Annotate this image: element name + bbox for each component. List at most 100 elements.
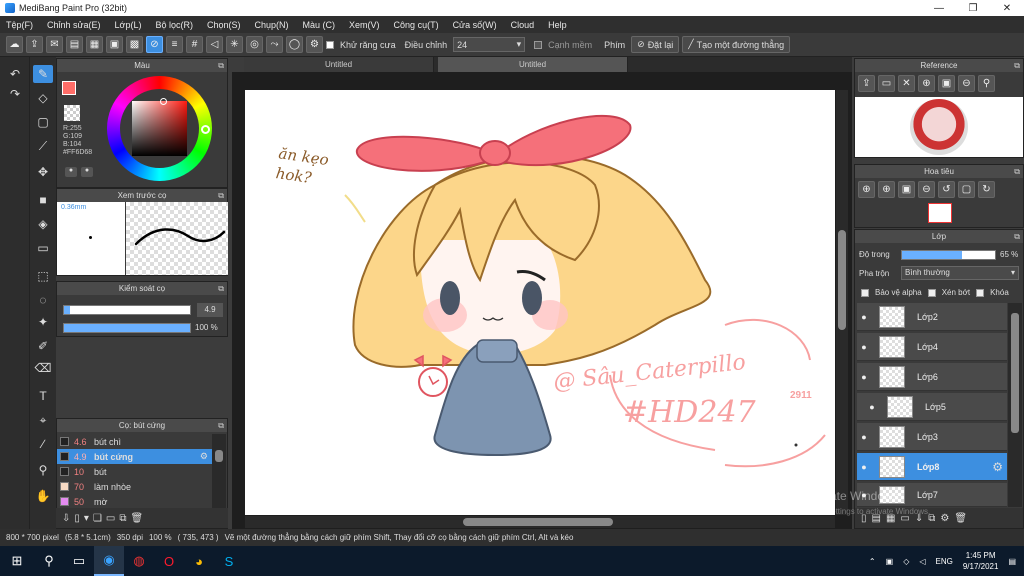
menu-window[interactable]: Cửa số(W) <box>453 20 497 30</box>
menu-help[interactable]: Help <box>548 20 567 30</box>
menu-color[interactable]: Màu (C) <box>303 20 336 30</box>
close-icon[interactable]: ✕ <box>898 75 915 92</box>
protect-alpha-checkbox[interactable] <box>861 288 869 297</box>
zoom-in-icon[interactable]: ⊕ <box>918 75 935 92</box>
select-eraser-icon[interactable]: ⌫ <box>33 359 53 377</box>
eyedropper-icon[interactable]: ⚲ <box>978 75 995 92</box>
messenger-taskbar-icon[interactable]: ◍ <box>124 546 154 576</box>
expand-icon[interactable]: ⧉ <box>218 419 224 432</box>
snap-off-icon[interactable]: ⊘ <box>146 36 163 53</box>
antialias-checkbox[interactable] <box>326 40 334 49</box>
grid-icon[interactable]: ▩ <box>126 36 143 53</box>
circle-snap-icon[interactable]: ◎ <box>246 36 263 53</box>
reset-button[interactable]: ⊘ Đặt lại <box>631 36 680 53</box>
close-icon[interactable]: ✕ <box>990 3 1024 14</box>
primary-color-swatch[interactable] <box>62 81 76 95</box>
magic-wand-icon[interactable]: ✦ <box>33 313 53 331</box>
bucket-tool-icon[interactable]: ◈ <box>33 215 53 233</box>
navigator-thumbnail[interactable] <box>928 203 952 223</box>
storyboard-icon[interactable]: ▤ <box>66 36 83 53</box>
duplicate-icon[interactable]: ⧉ <box>119 513 126 524</box>
expand-icon[interactable]: ⧉ <box>218 59 224 72</box>
chrome-taskbar-icon[interactable]: ◕ <box>184 546 214 576</box>
brush-menu-icon[interactable]: ▾ <box>84 513 89 524</box>
brush-size-slider[interactable] <box>63 305 191 315</box>
canvas-vertical-scrollbar[interactable] <box>836 90 848 515</box>
search-icon[interactable]: ⚲ <box>34 546 64 576</box>
zoom-in-icon[interactable]: ⊕ <box>878 181 895 198</box>
operation-tool-icon[interactable]: ⌖ <box>33 411 53 429</box>
skype-taskbar-icon[interactable]: S <box>214 546 244 576</box>
trash-icon[interactable]: 🗑 <box>954 513 967 524</box>
layer-opacity-slider[interactable] <box>901 250 996 260</box>
tray-app-icon[interactable]: ▣ <box>886 557 894 566</box>
medibang-taskbar-icon[interactable]: ◉ <box>94 546 124 576</box>
cloud-icon[interactable]: ☁ <box>6 36 23 53</box>
gradient-tool-icon[interactable]: ▭ <box>33 239 53 257</box>
zoom-in-icon[interactable]: ⊕ <box>858 181 875 198</box>
panel-icon[interactable]: ▣ <box>106 36 123 53</box>
lock-checkbox[interactable] <box>976 288 985 297</box>
import-icon[interactable]: ⇪ <box>858 75 875 92</box>
brush-item[interactable]: 50 mờ <box>57 494 212 509</box>
menu-snap[interactable]: Chụp(N) <box>255 20 289 30</box>
gear-icon[interactable]: ⚙ <box>992 460 1003 474</box>
rotate-left-icon[interactable]: ↺ <box>938 181 955 198</box>
expand-icon[interactable]: ⧉ <box>1014 165 1020 178</box>
layer-settings-icon[interactable]: ⚙ <box>940 513 949 524</box>
straight-line-button[interactable]: ╱ Tạo một đường thẳng <box>682 36 791 53</box>
text-tool-icon[interactable]: T <box>33 387 53 405</box>
move-tool-icon[interactable]: ✥ <box>33 163 53 181</box>
eyedrop-small-icon[interactable]: ● <box>81 167 93 177</box>
eye-icon[interactable]: ● <box>857 372 871 382</box>
eraser-tool-icon[interactable]: ◇ <box>33 89 53 107</box>
fit-icon[interactable]: ▣ <box>898 181 915 198</box>
hand-tool-icon[interactable]: ✋ <box>33 487 53 505</box>
brush-opacity-slider[interactable] <box>63 323 191 333</box>
eye-icon[interactable]: ● <box>857 462 871 472</box>
menu-tools[interactable]: Công cụ(T) <box>394 20 439 30</box>
page-icon[interactable]: ▦ <box>86 36 103 53</box>
settings-icon[interactable]: ⚙ <box>306 36 323 53</box>
clock[interactable]: 1:45 PM 9/17/2021 <box>963 550 999 572</box>
windows-start-icon[interactable]: ⊞ <box>0 546 34 576</box>
layer-list-scrollbar[interactable] <box>1008 303 1022 507</box>
eyedropper-icon[interactable]: ⚲ <box>33 461 53 479</box>
trash-icon[interactable]: 🗑 <box>131 513 144 524</box>
rotate-right-icon[interactable]: ↻ <box>978 181 995 198</box>
clipping-checkbox[interactable] <box>927 288 936 297</box>
palette-icon[interactable]: ● <box>65 167 77 177</box>
brush-item-selected[interactable]: 4.9 bút cứng ⚙ <box>57 449 212 464</box>
tab-untitled-1[interactable]: Untitled <box>244 57 434 72</box>
copy-icon[interactable]: ❏ <box>93 513 102 524</box>
transparent-swatch[interactable] <box>64 105 80 121</box>
curve-snap-icon[interactable]: ⤳ <box>266 36 283 53</box>
eye-icon[interactable]: ● <box>857 432 871 442</box>
brush-list-scrollbar[interactable] <box>212 434 226 508</box>
lasso-tool-icon[interactable]: ◌ <box>33 291 53 309</box>
folder-icon[interactable]: ▭ <box>878 75 895 92</box>
maximize-icon[interactable]: ❐ <box>956 3 990 14</box>
radial-snap-icon[interactable]: ✳ <box>226 36 243 53</box>
expand-icon[interactable]: ⧉ <box>218 189 224 202</box>
ellipse-snap-icon[interactable]: ◯ <box>286 36 303 53</box>
notification-icon[interactable]: ▤ <box>1008 557 1016 566</box>
select-tool-icon[interactable]: ⬚ <box>33 267 53 285</box>
menu-select[interactable]: Chọn(S) <box>207 20 241 30</box>
soft-edge-checkbox[interactable] <box>534 40 543 49</box>
brush-size-value[interactable]: 4.9 <box>197 303 223 317</box>
chevron-up-icon[interactable]: ⌃ <box>869 557 876 566</box>
eye-icon[interactable]: ● <box>865 402 879 412</box>
folder-icon[interactable]: ▭ <box>106 513 115 524</box>
menu-edit[interactable]: Chỉnh sửa(E) <box>47 20 101 30</box>
tab-untitled-2[interactable]: Untitled <box>438 57 628 72</box>
fit-icon[interactable]: ▣ <box>938 75 955 92</box>
redo-icon[interactable]: ↷ <box>5 85 25 103</box>
layer-row-selected[interactable]: ● Lớp8 ⚙ <box>857 453 1007 481</box>
layer-row[interactable]: ● Lớp2 <box>857 303 1007 331</box>
brush-item[interactable]: 70 làm nhòe <box>57 479 212 494</box>
blend-mode-select[interactable]: Bình thường ▾ <box>901 266 1019 280</box>
menu-layer[interactable]: Lớp(L) <box>115 20 142 30</box>
layer-row[interactable]: ● Lớp5 <box>857 393 1007 421</box>
parallel-snap-icon[interactable]: ≡ <box>166 36 183 53</box>
